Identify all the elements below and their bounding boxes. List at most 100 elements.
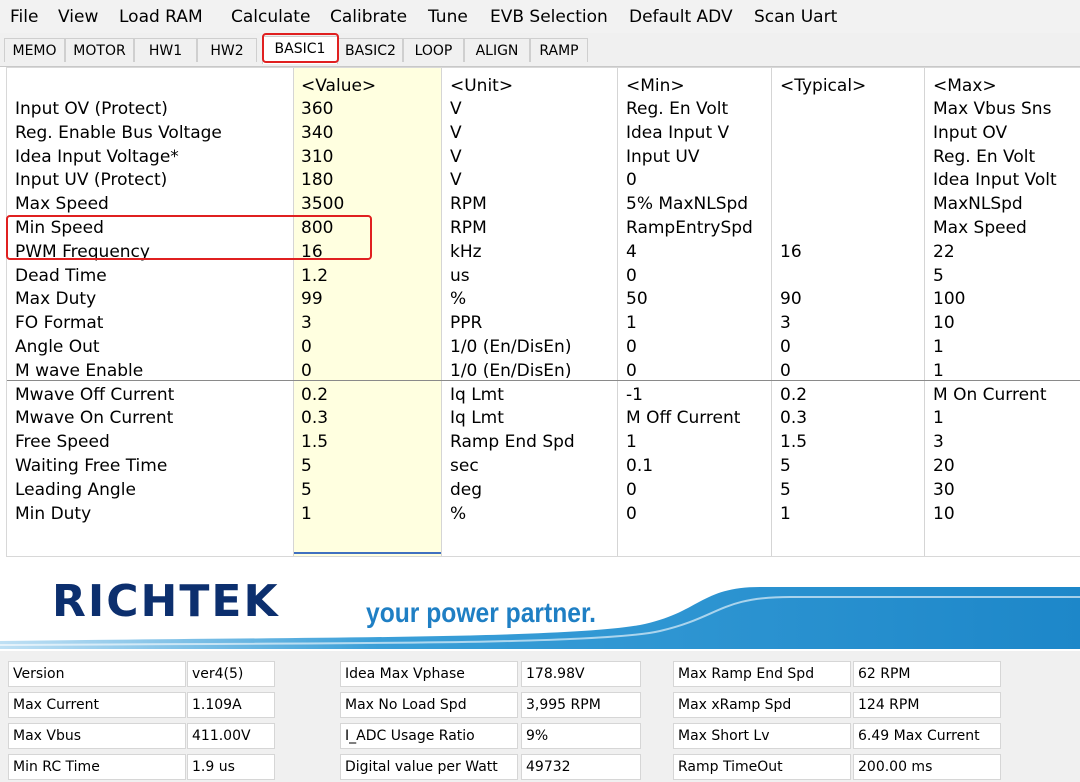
status-label: Max Short Lv — [673, 723, 851, 749]
param-value[interactable]: 99 — [301, 287, 323, 311]
param-value[interactable]: 1.5 — [301, 430, 328, 454]
param-max: M On Current — [933, 384, 1047, 405]
param-min: 0 — [626, 503, 637, 524]
value-column-underline — [293, 552, 441, 554]
status-label: Ramp TimeOut — [673, 754, 851, 780]
param-max: 5 — [933, 265, 944, 286]
param-unit: V — [450, 146, 462, 167]
param-max: 3 — [933, 432, 944, 453]
param-max: Input OV — [933, 122, 1008, 143]
menu-file[interactable]: File — [10, 7, 38, 27]
param-max: 20 — [933, 456, 955, 476]
param-value[interactable]: 3 — [301, 311, 312, 335]
tab-memo[interactable]: MEMO — [4, 38, 65, 62]
param-value[interactable]: 1.2 — [301, 264, 328, 288]
param-unit: 1/0 (En/DisEn) — [450, 360, 572, 381]
param-value[interactable]: 0.2 — [301, 383, 328, 407]
param-name: Min Duty — [15, 503, 92, 524]
status-label: Max Current — [8, 692, 186, 718]
param-value[interactable]: 310 — [301, 145, 333, 169]
table-row: Leading Angle 5 deg 0 5 30 — [7, 478, 1080, 502]
param-name: Waiting Free Time — [15, 456, 168, 476]
param-name: Free Speed — [15, 432, 110, 453]
param-unit: sec — [450, 456, 479, 476]
menu-calibrate[interactable]: Calibrate — [330, 7, 407, 27]
table-row: Mwave On Current 0.3 Iq Lmt M Off Current 0.… — [7, 406, 1080, 430]
table-row: PWM Frequency 16 kHz 4 16 22 — [7, 240, 1080, 264]
param-value[interactable]: 1 — [301, 502, 312, 526]
column-header-value: <Value> — [301, 76, 377, 96]
param-max: Max Vbus Sns — [933, 99, 1052, 119]
param-value[interactable]: 180 — [301, 168, 333, 192]
menu-bar: File View Load RAM Calculate Calibrate Tune EV… — [0, 0, 1080, 33]
param-name: Max Duty — [15, 289, 97, 310]
param-value[interactable]: 360 — [301, 97, 333, 121]
tab-basic1[interactable]: BASIC1 — [262, 36, 338, 64]
tab-hw2[interactable]: HW2 — [197, 38, 257, 62]
richtek-logo: RICHTEK — [52, 576, 280, 627]
param-min: 4 — [626, 241, 637, 262]
table-row: Angle Out 0 1/0 (En/DisEn) 0 0 1 — [7, 335, 1080, 359]
menu-load-ram[interactable]: Load RAM — [119, 7, 203, 27]
table-row: Waiting Free Time 5 sec 0.1 5 20 — [7, 454, 1080, 478]
status-label: Digital value per Watt — [340, 754, 518, 780]
param-max: 1 — [933, 337, 944, 357]
status-label: Idea Max Vphase — [340, 661, 518, 687]
status-label: Max Vbus — [8, 723, 186, 749]
table-row: Max Speed 3500 RPM 5% MaxNLSpd MaxNLSpd — [7, 192, 1080, 216]
param-value[interactable]: 0 — [301, 359, 312, 383]
param-unit: V — [450, 170, 462, 191]
tab-motor[interactable]: MOTOR — [65, 38, 134, 62]
status-value: 200.00 ms — [853, 754, 1001, 780]
param-max: 10 — [933, 503, 955, 524]
param-value[interactable]: 0.3 — [301, 406, 328, 430]
param-min: 0 — [626, 170, 637, 191]
menu-calculate[interactable]: Calculate — [231, 7, 310, 27]
param-typical: 0 — [780, 337, 791, 357]
param-max: Idea Input Volt — [933, 170, 1057, 191]
column-header-min: <Min> — [626, 76, 685, 96]
menu-default-adv[interactable]: Default ADV — [629, 7, 733, 27]
param-value[interactable]: 5 — [301, 454, 312, 478]
param-min: 50 — [626, 289, 648, 310]
status-label: I_ADC Usage Ratio — [340, 723, 518, 749]
param-unit: kHz — [450, 241, 482, 262]
param-value[interactable]: 0 — [301, 335, 312, 359]
param-min: Idea Input V — [626, 122, 730, 143]
param-min: 1 — [626, 313, 637, 334]
param-value[interactable]: 340 — [301, 121, 333, 145]
param-unit: 1/0 (En/DisEn) — [450, 337, 572, 357]
tab-basic2[interactable]: BASIC2 — [338, 38, 403, 62]
param-value[interactable]: 16 — [301, 240, 323, 264]
status-value: 1.109A — [187, 692, 275, 718]
param-unit: % — [450, 289, 467, 310]
tab-ramp[interactable]: RAMP — [530, 38, 588, 62]
param-name: Idea Input Voltage* — [15, 146, 179, 167]
param-name: Angle Out — [15, 337, 100, 357]
menu-scan-uart[interactable]: Scan Uart — [754, 7, 837, 27]
tab-align[interactable]: ALIGN — [464, 38, 530, 62]
table-row: Idea Input Voltage* 310 V Input UV Reg. En V… — [7, 145, 1080, 169]
param-min: 0 — [626, 265, 637, 286]
param-value[interactable]: 5 — [301, 478, 312, 502]
param-value[interactable]: 3500 — [301, 192, 344, 216]
param-value[interactable]: 800 — [301, 216, 333, 240]
menu-view[interactable]: View — [58, 7, 98, 27]
param-name: Input UV (Protect) — [15, 170, 168, 191]
param-name: Reg. Enable Bus Voltage — [15, 122, 222, 143]
status-label: Version — [8, 661, 186, 687]
param-max: Max Speed — [933, 218, 1027, 238]
param-unit: Iq Lmt — [450, 384, 504, 405]
status-value: ver4(5) — [187, 661, 275, 687]
menu-evb-selection[interactable]: EVB Selection — [490, 7, 608, 27]
tab-hw1[interactable]: HW1 — [134, 38, 197, 62]
menu-tune[interactable]: Tune — [428, 7, 468, 27]
status-value: 6.49 Max Current — [853, 723, 1001, 749]
param-name: Min Speed — [15, 218, 104, 238]
table-row: Free Speed 1.5 Ramp End Spd 1 1.5 3 — [7, 430, 1080, 454]
param-name: Dead Time — [15, 265, 107, 286]
param-name: FO Format — [15, 313, 104, 334]
param-max: MaxNLSpd — [933, 194, 1023, 215]
tab-loop[interactable]: LOOP — [403, 38, 464, 62]
status-label: Max Ramp End Spd — [673, 661, 851, 687]
